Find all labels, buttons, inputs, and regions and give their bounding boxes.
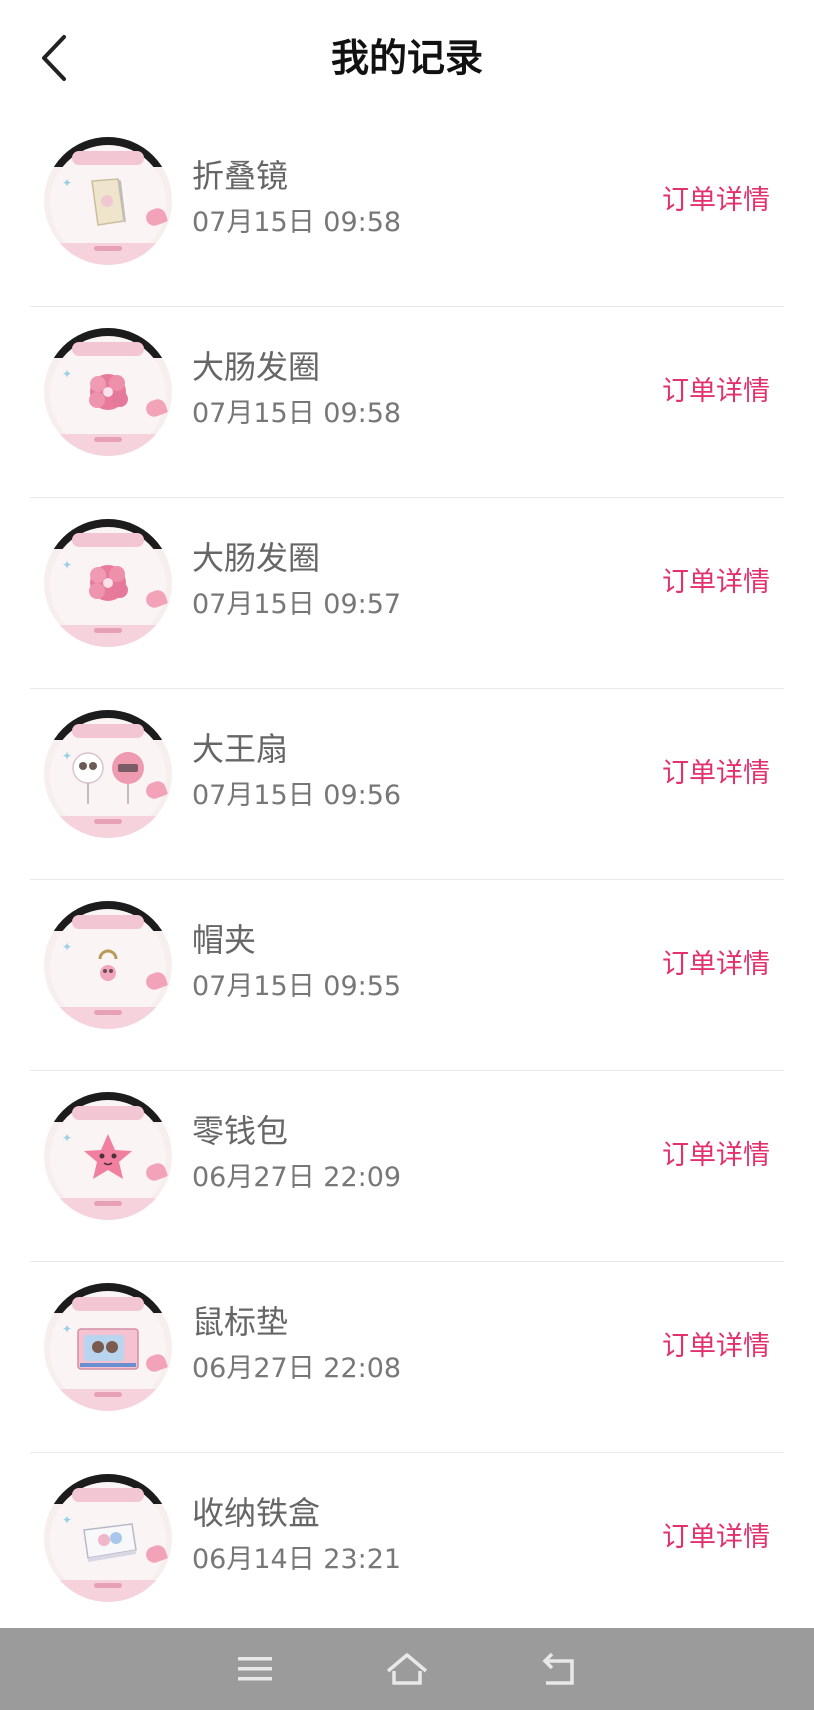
- product-thumbnail: ✦: [44, 328, 172, 456]
- page-title: 我的记录: [330, 36, 483, 80]
- item-time: 07月15日 09:58: [192, 207, 402, 238]
- record-row[interactable]: ✦ 大王扇 07月15日 09:56 订单详情: [30, 689, 784, 880]
- item-name: 大肠发圈: [192, 539, 321, 577]
- back-nav-button[interactable]: [519, 1637, 599, 1701]
- order-detail-link[interactable]: 订单详情: [662, 564, 770, 602]
- hat-clip-icon: [98, 949, 118, 981]
- item-time: 06月14日 23:21: [192, 1544, 402, 1575]
- order-detail-link[interactable]: 订单详情: [662, 1519, 770, 1557]
- product-thumbnail: ✦: [44, 1092, 172, 1220]
- item-name: 折叠镜: [192, 157, 289, 195]
- item-name: 帽夹: [192, 921, 257, 959]
- order-detail-link[interactable]: 订单详情: [662, 1328, 770, 1366]
- home-button[interactable]: [367, 1637, 447, 1701]
- mouse-pad-icon: [77, 1328, 139, 1370]
- product-thumbnail: ✦: [44, 519, 172, 647]
- item-time: 06月27日 22:09: [192, 1162, 402, 1193]
- record-row[interactable]: ✦ 大肠发圈 07月15日 09:58 订单详情: [30, 307, 784, 498]
- back-nav-icon: [542, 1652, 574, 1685]
- item-name: 鼠标垫: [192, 1303, 289, 1341]
- coin-purse-icon: [84, 1134, 132, 1179]
- product-thumbnail: ✦: [44, 901, 172, 1029]
- order-detail-link[interactable]: 订单详情: [662, 373, 770, 411]
- top-bar: 我的记录: [0, 0, 814, 116]
- home-icon: [386, 1653, 428, 1685]
- item-name: 大王扇: [192, 730, 289, 768]
- item-time: 06月27日 22:08: [192, 1353, 402, 1384]
- scrunchie-icon: [89, 565, 128, 601]
- product-thumbnail: ✦: [44, 1283, 172, 1411]
- menu-button[interactable]: [215, 1637, 295, 1701]
- product-thumbnail: ✦: [44, 710, 172, 838]
- product-thumbnail: ✦: [44, 1474, 172, 1602]
- scrunchie-icon: [89, 374, 128, 410]
- item-name: 零钱包: [192, 1112, 289, 1150]
- order-detail-link[interactable]: 订单详情: [662, 755, 770, 793]
- order-detail-link[interactable]: 订单详情: [662, 946, 770, 984]
- item-name: 大肠发圈: [192, 348, 321, 386]
- tin-box-icon: [83, 1523, 137, 1562]
- record-list: ✦ 折叠镜 07月15日 09:58 订单详情 ✦ 大肠发圈 07月15日 09…: [30, 116, 784, 1644]
- product-thumbnail: ✦: [44, 137, 172, 265]
- order-detail-link[interactable]: 订单详情: [662, 1137, 770, 1175]
- system-nav-bar: [0, 1628, 814, 1710]
- record-row[interactable]: ✦ 大肠发圈 07月15日 09:57 订单详情: [30, 498, 784, 689]
- order-detail-link[interactable]: 订单详情: [662, 182, 770, 220]
- item-time: 07月15日 09:58: [192, 398, 402, 429]
- folding-mirror-icon: [91, 178, 126, 226]
- fan-icon: [72, 752, 144, 804]
- record-row[interactable]: ✦ 零钱包 06月27日 22:09 订单详情: [30, 1071, 784, 1262]
- record-row[interactable]: ✦ 鼠标垫 06月27日 22:08 订单详情: [30, 1262, 784, 1453]
- record-row[interactable]: ✦ 帽夹 07月15日 09:55 订单详情: [30, 880, 784, 1071]
- menu-icon: [238, 1657, 272, 1681]
- item-time: 07月15日 09:56: [192, 780, 402, 811]
- item-time: 07月15日 09:55: [192, 971, 402, 1002]
- record-row[interactable]: ✦ 收纳铁盒 06月14日 23:21 订单详情: [30, 1453, 784, 1644]
- item-time: 07月15日 09:57: [192, 589, 402, 620]
- item-name: 收纳铁盒: [192, 1494, 321, 1532]
- record-row[interactable]: ✦ 折叠镜 07月15日 09:58 订单详情: [30, 116, 784, 307]
